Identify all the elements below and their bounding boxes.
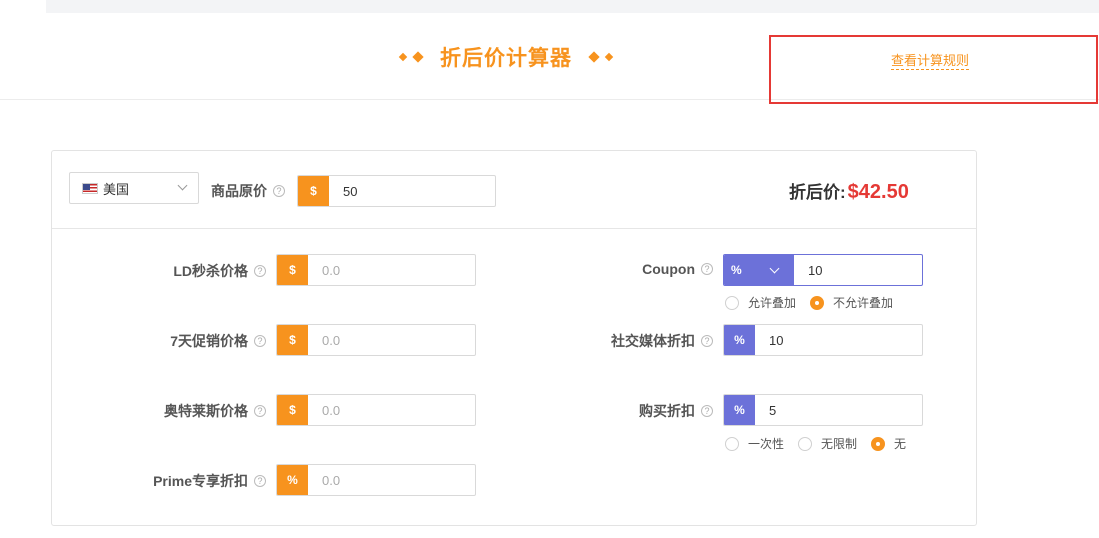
view-rules-link[interactable]: 查看计算规则 bbox=[891, 52, 970, 70]
coupon-type-select[interactable]: % bbox=[724, 255, 794, 285]
chevron-down-icon bbox=[769, 263, 780, 274]
purchase-discount-input[interactable] bbox=[755, 395, 922, 425]
radio-circle bbox=[798, 436, 813, 451]
coupon-field: % bbox=[723, 254, 923, 286]
coupon-stack-options: 允许叠加 不允许叠加 bbox=[725, 294, 907, 311]
radio-no-stack[interactable]: 不允许叠加 bbox=[810, 294, 893, 311]
social-discount-text: 社交媒体折扣 bbox=[611, 333, 695, 349]
result-label: 折后价: bbox=[789, 183, 846, 202]
help-icon[interactable]: ? bbox=[254, 265, 266, 277]
percent-addon: % bbox=[724, 325, 755, 355]
7day-promo-field: $ bbox=[276, 324, 476, 356]
help-icon[interactable]: ? bbox=[254, 475, 266, 487]
ld-deal-label: LD秒杀价格 ? bbox=[173, 261, 266, 281]
page-title: 折后价计算器 bbox=[440, 47, 572, 70]
diamond-icon bbox=[412, 51, 424, 63]
country-select[interactable]: 美国 bbox=[69, 172, 199, 204]
result-value: $42.50 bbox=[847, 181, 909, 203]
7day-promo-label: 7天促销价格 ? bbox=[170, 331, 266, 351]
top-bar bbox=[46, 0, 1099, 13]
outlet-price-text: 奥特莱斯价格 bbox=[164, 403, 248, 419]
help-icon[interactable]: ? bbox=[701, 335, 713, 347]
radio-label: 无限制 bbox=[821, 437, 858, 451]
coupon-input[interactable] bbox=[794, 255, 922, 285]
dollar-addon: $ bbox=[277, 255, 308, 285]
diamond-icon bbox=[588, 51, 600, 63]
title-decoration-right bbox=[588, 51, 614, 63]
diamond-icon bbox=[604, 52, 614, 62]
dollar-addon: $ bbox=[277, 325, 308, 355]
chevron-down-icon bbox=[177, 180, 188, 191]
prime-discount-field: % bbox=[276, 464, 476, 496]
radio-unlimited[interactable]: 无限制 bbox=[798, 435, 857, 452]
help-icon[interactable]: ? bbox=[254, 335, 266, 347]
title-decoration-left bbox=[398, 51, 424, 63]
dollar-addon: $ bbox=[298, 176, 329, 206]
social-discount-input[interactable] bbox=[755, 325, 922, 355]
radio-label: 一次性 bbox=[748, 437, 785, 451]
original-price-text: 商品原价 bbox=[211, 183, 267, 199]
result-display: 折后价: $42.50 bbox=[789, 178, 909, 204]
ld-deal-field: $ bbox=[276, 254, 476, 286]
purchase-discount-field: % bbox=[723, 394, 923, 426]
ld-deal-input[interactable] bbox=[308, 255, 475, 285]
help-icon[interactable]: ? bbox=[701, 263, 713, 275]
radio-circle-selected bbox=[810, 295, 825, 310]
prime-discount-text: Prime专享折扣 bbox=[153, 473, 248, 489]
purchase-discount-text: 购买折扣 bbox=[639, 403, 695, 419]
outlet-price-field: $ bbox=[276, 394, 476, 426]
help-icon[interactable]: ? bbox=[273, 185, 285, 197]
original-price-field: $ bbox=[297, 175, 496, 207]
radio-circle-selected bbox=[871, 436, 886, 451]
calculator-card: 美国 商品原价 ? $ 折后价: $42.50 LD秒杀价格 ? $ 7天促销价… bbox=[51, 150, 977, 526]
us-flag-icon bbox=[82, 182, 98, 194]
prime-discount-input[interactable] bbox=[308, 465, 475, 495]
radio-label: 不允许叠加 bbox=[833, 296, 894, 310]
radio-allow-stack[interactable]: 允许叠加 bbox=[725, 294, 796, 311]
help-icon[interactable]: ? bbox=[701, 405, 713, 417]
percent-addon: % bbox=[724, 395, 755, 425]
outlet-price-input[interactable] bbox=[308, 395, 475, 425]
prime-discount-label: Prime专享折扣 ? bbox=[153, 471, 266, 491]
outlet-price-label: 奥特莱斯价格 ? bbox=[164, 401, 266, 421]
radio-circle bbox=[725, 295, 739, 310]
card-top-section: 美国 商品原价 ? $ 折后价: $42.50 bbox=[52, 151, 976, 229]
ld-deal-text: LD秒杀价格 bbox=[173, 263, 248, 279]
original-price-label: 商品原价 ? bbox=[211, 181, 285, 201]
coupon-text: Coupon bbox=[642, 261, 695, 277]
social-discount-field: % bbox=[723, 324, 923, 356]
purchase-discount-label: 购买折扣 ? bbox=[639, 401, 713, 421]
help-icon[interactable]: ? bbox=[254, 405, 266, 417]
percent-addon: % bbox=[277, 465, 308, 495]
title-wrap: 折后价计算器 bbox=[398, 43, 614, 71]
purchase-limit-options: 一次性 无限制 无 bbox=[725, 435, 920, 452]
7day-promo-text: 7天促销价格 bbox=[170, 333, 248, 349]
radio-one-time[interactable]: 一次性 bbox=[725, 435, 784, 452]
dollar-addon: $ bbox=[277, 395, 308, 425]
coupon-label: Coupon ? bbox=[642, 261, 713, 277]
country-label: 美国 bbox=[103, 181, 130, 197]
diamond-icon bbox=[398, 52, 408, 62]
7day-promo-input[interactable] bbox=[308, 325, 475, 355]
radio-none[interactable]: 无 bbox=[871, 435, 906, 452]
coupon-type-value: % bbox=[731, 263, 742, 277]
radio-circle bbox=[725, 436, 739, 451]
radio-label: 允许叠加 bbox=[748, 296, 797, 310]
social-discount-label: 社交媒体折扣 ? bbox=[611, 331, 713, 351]
original-price-input[interactable] bbox=[329, 176, 495, 206]
radio-label: 无 bbox=[894, 437, 907, 451]
